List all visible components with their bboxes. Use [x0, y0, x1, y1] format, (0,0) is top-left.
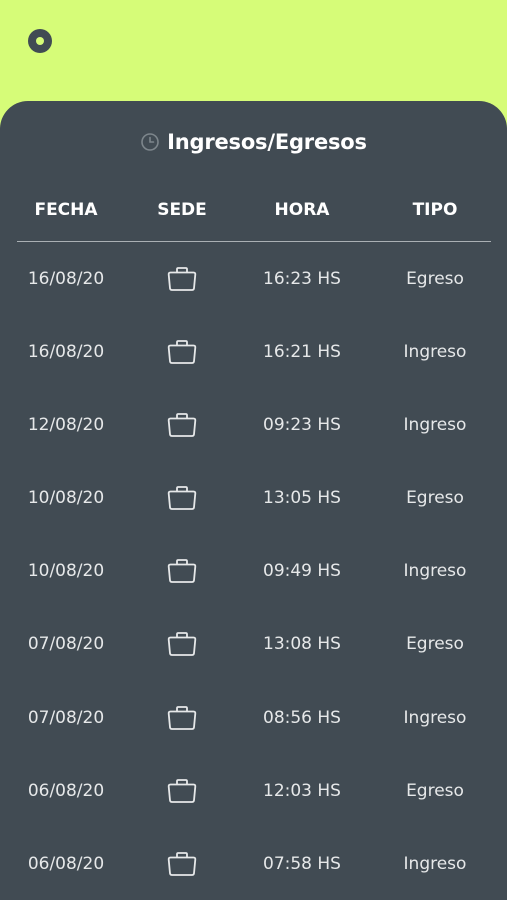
cell-sede: [132, 754, 232, 827]
cell-hora: 09:49 HS: [263, 561, 341, 582]
table-row[interactable]: 10/08/20 09:49 HS Ingreso: [0, 535, 507, 608]
table-row[interactable]: 10/08/20 13:05 HS Egreso: [0, 462, 507, 535]
menu-dot-button[interactable]: [28, 29, 52, 53]
briefcase-icon: [167, 486, 197, 510]
cell-tipo: Egreso: [406, 780, 464, 801]
cell-fecha: 10/08/20: [27, 488, 105, 509]
cell-sede: [132, 462, 232, 535]
cell-sede: [132, 388, 232, 461]
cell-fecha: 10/08/20: [27, 561, 105, 582]
briefcase-icon: [167, 412, 197, 437]
cell-fecha: 16/08/20: [27, 268, 105, 289]
table-header: FECHA SEDE HORA TIPO: [0, 195, 507, 225]
column-header-tipo[interactable]: TIPO: [385, 195, 485, 225]
table-row[interactable]: 16/08/20 16:21 HS Ingreso: [0, 315, 507, 388]
table-row[interactable]: 06/08/20 07:58 HS Ingreso: [0, 828, 507, 900]
cell-sede: [132, 681, 232, 754]
briefcase-icon: [167, 705, 197, 730]
cell-hora: 13:05 HS: [263, 488, 341, 509]
column-header-hora[interactable]: HORA: [252, 195, 352, 225]
cell-sede: [132, 242, 232, 315]
cell-tipo: Egreso: [406, 268, 464, 289]
dot-icon: [36, 37, 44, 45]
table-row[interactable]: 06/08/20 12:03 HS Egreso: [0, 754, 507, 827]
cell-hora: 12:03 HS: [263, 780, 341, 801]
cell-sede: [132, 535, 232, 608]
cell-hora: 16:23 HS: [263, 268, 341, 289]
cell-tipo: Egreso: [406, 488, 464, 509]
briefcase-icon: [167, 852, 197, 876]
cell-tipo: Ingreso: [403, 854, 467, 874]
table-row[interactable]: 16/08/20 16:23 HS Egreso: [0, 242, 507, 315]
cell-hora: 07:58 HS: [263, 854, 341, 874]
cell-fecha: 07/08/20: [27, 634, 105, 655]
records-panel: Ingresos/Egresos FECHA SEDE HORA TIPO 16…: [0, 101, 507, 900]
table-row[interactable]: 07/08/20 08:56 HS Ingreso: [0, 681, 507, 754]
briefcase-icon: [167, 778, 197, 803]
page-title: Ingresos/Egresos: [167, 130, 367, 154]
cell-fecha: 12/08/20: [27, 414, 105, 435]
table-body: 16/08/20 16:23 HS Egreso 16/08/20 16:21 …: [0, 242, 507, 900]
cell-hora: 13:08 HS: [263, 634, 341, 655]
cell-sede: [132, 828, 232, 900]
briefcase-icon: [167, 339, 197, 364]
cell-hora: 09:23 HS: [263, 414, 341, 435]
briefcase-icon: [167, 266, 197, 291]
cell-tipo: Ingreso: [403, 341, 467, 362]
panel-title: Ingresos/Egresos: [0, 127, 507, 157]
table-row[interactable]: 12/08/20 09:23 HS Ingreso: [0, 388, 507, 461]
cell-tipo: Ingreso: [403, 414, 467, 435]
table-row[interactable]: 07/08/20 13:08 HS Egreso: [0, 608, 507, 681]
cell-sede: [132, 608, 232, 681]
cell-fecha: 06/08/20: [27, 780, 105, 801]
cell-sede: [132, 315, 232, 388]
column-header-sede[interactable]: SEDE: [132, 195, 232, 225]
top-bar: [0, 0, 507, 110]
cell-tipo: Ingreso: [403, 561, 467, 582]
cell-tipo: Egreso: [406, 634, 464, 655]
cell-fecha: 07/08/20: [27, 707, 105, 728]
cell-tipo: Ingreso: [403, 707, 467, 728]
cell-fecha: 16/08/20: [27, 341, 105, 362]
briefcase-icon: [167, 632, 197, 657]
cell-hora: 08:56 HS: [263, 707, 341, 728]
cell-fecha: 06/08/20: [27, 854, 105, 874]
clock-icon: [140, 132, 160, 152]
cell-hora: 16:21 HS: [263, 341, 341, 362]
briefcase-icon: [167, 559, 197, 584]
column-header-fecha[interactable]: FECHA: [16, 195, 116, 225]
